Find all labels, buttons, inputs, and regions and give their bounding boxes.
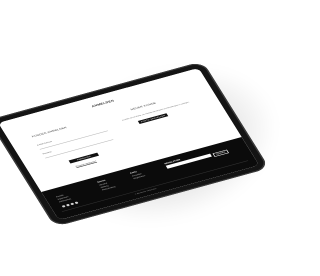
- register-heading: NEUER KUNDE: [129, 101, 157, 111]
- password-label: Passwort: [42, 150, 53, 155]
- password-field[interactable]: [45, 139, 114, 159]
- newsletter-submit-button[interactable]: SENDEN: [212, 149, 229, 157]
- instagram-icon[interactable]: [65, 203, 70, 207]
- youtube-icon[interactable]: [74, 201, 79, 205]
- pinterest-icon[interactable]: [70, 202, 75, 206]
- facebook-icon[interactable]: [61, 204, 66, 208]
- page-title: ANMELDEN: [91, 99, 115, 109]
- login-heading: KUNDEN ANMELDEN: [31, 125, 68, 138]
